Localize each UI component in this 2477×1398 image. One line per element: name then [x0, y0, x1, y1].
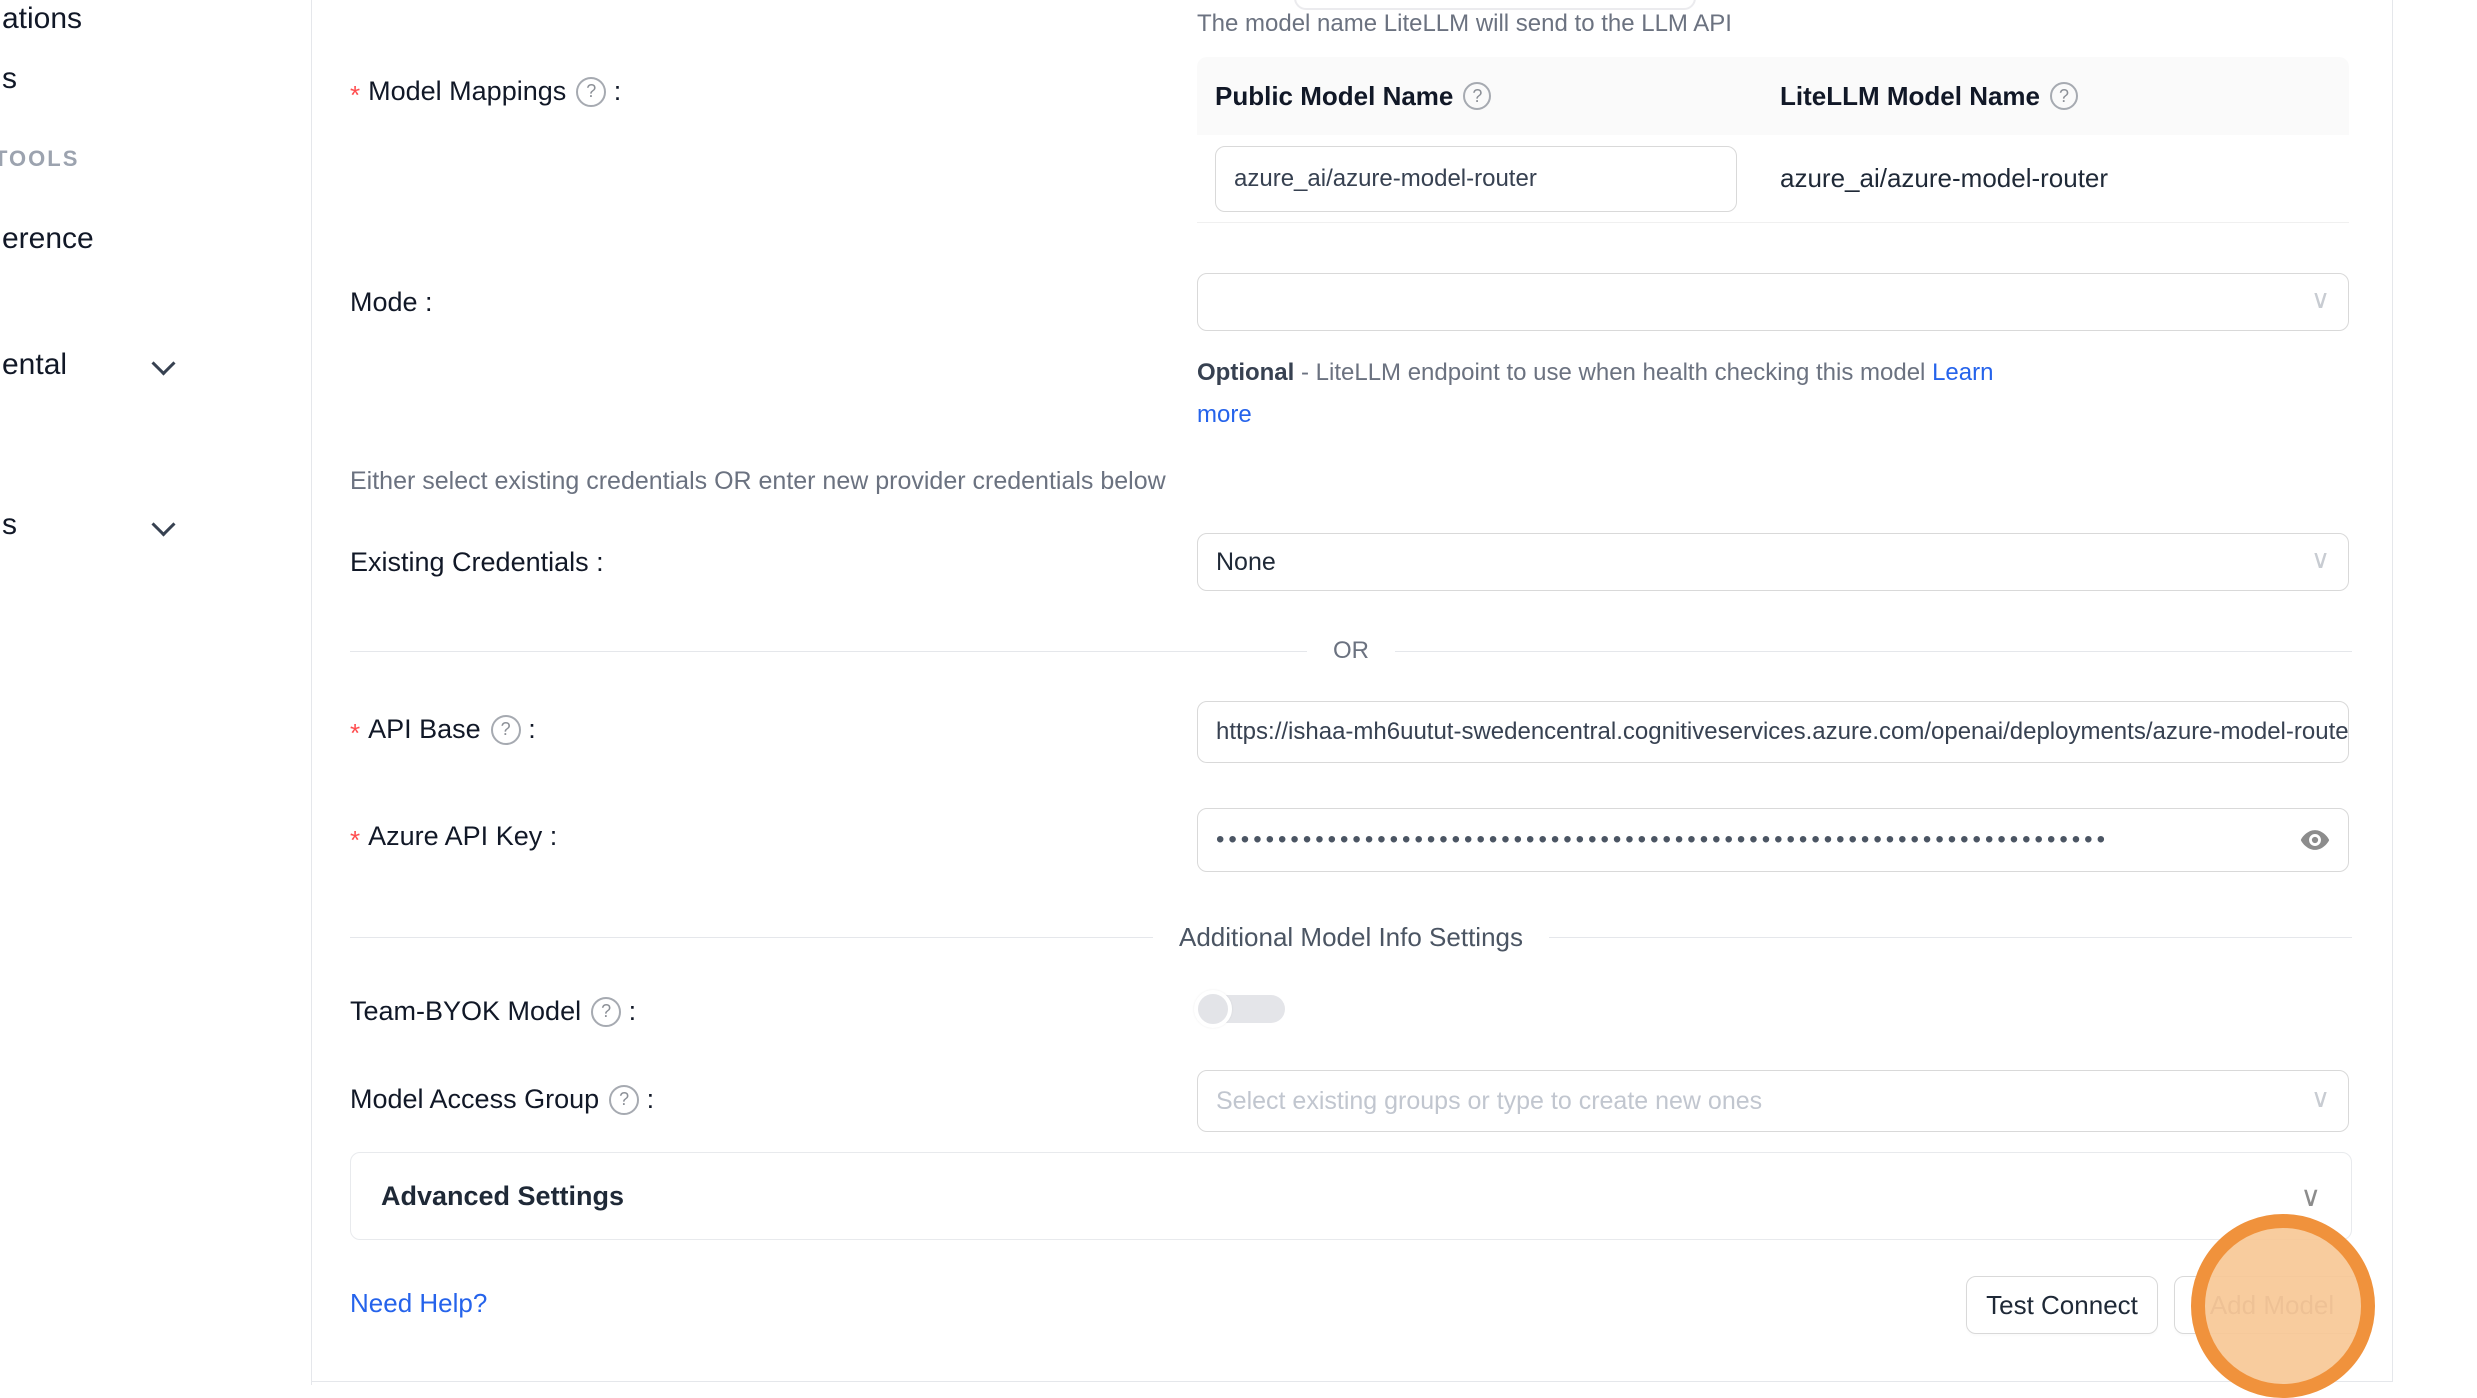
label-text: Model Access Group: [350, 1084, 599, 1115]
sidebar: ations s TOOLS erence ental s: [0, 0, 312, 1385]
sidebar-item-settings[interactable]: s: [2, 508, 17, 542]
divider-line: [1395, 651, 2352, 652]
optional-bold-text: Optional: [1197, 359, 1294, 386]
team-byok-label: Team-BYOK Model: [350, 996, 636, 1027]
label-text: Azure API Key: [368, 821, 542, 852]
table-row: azure_ai/azure-model-router: [1197, 135, 2349, 223]
sidebar-item-label: erence: [2, 222, 94, 255]
mode-help-body: - LiteLLM endpoint to use when health ch…: [1294, 359, 1932, 386]
mode-label: Mode: [350, 287, 433, 318]
clipped-field-above: [1294, 0, 1696, 10]
required-asterisk: [350, 821, 368, 852]
additional-settings-divider: Additional Model Info Settings: [350, 922, 2352, 953]
or-divider-text: OR: [1307, 637, 1395, 665]
model-access-group-label: Model Access Group: [350, 1084, 654, 1115]
test-connect-button[interactable]: Test Connect: [1966, 1276, 2158, 1334]
chevron-down-icon: ∨: [2301, 1180, 2322, 1213]
mode-help-text: Optional - LiteLLM endpoint to use when …: [1197, 352, 2027, 436]
sidebar-item-api-reference[interactable]: erence: [2, 222, 94, 256]
model-mappings-table: Public Model Name LiteLLM Model Name azu…: [1197, 57, 2349, 223]
sidebar-item-label: ations: [2, 2, 82, 35]
label-text: Existing Credentials: [350, 547, 589, 578]
label-colon: [521, 714, 536, 745]
sidebar-item-experimental[interactable]: ental: [2, 348, 67, 382]
model-name-helper-text: The model name LiteLLM will send to the …: [1197, 10, 1732, 38]
required-asterisk: [350, 714, 368, 745]
table-header-row: Public Model Name LiteLLM Model Name: [1197, 57, 2349, 135]
add-model-form: The model name LiteLLM will send to the …: [312, 0, 2393, 1382]
sidebar-item-organizations[interactable]: ations: [2, 2, 82, 36]
label-colon: [606, 76, 621, 107]
section-divider-text: Additional Model Info Settings: [1153, 922, 1549, 953]
need-help-link[interactable]: Need Help?: [350, 1288, 487, 1319]
label-colon: [589, 547, 604, 578]
help-circle-icon[interactable]: [491, 715, 521, 745]
model-mappings-label: Model Mappings: [350, 76, 621, 107]
azure-api-key-input[interactable]: ••••••••••••••••••••••••••••••••••••••••…: [1197, 808, 2349, 872]
credentials-note: Either select existing credentials OR en…: [350, 467, 1166, 496]
model-access-group-placeholder: Select existing groups or type to create…: [1216, 1087, 1762, 1116]
sidebar-item-label: s: [2, 62, 17, 95]
help-circle-icon[interactable]: [609, 1085, 639, 1115]
or-divider: OR: [350, 637, 2352, 665]
sidebar-item-label: ental: [2, 348, 67, 381]
chevron-down-icon: ∨: [2311, 284, 2330, 315]
label-colon: [542, 821, 557, 852]
existing-credentials-value: None: [1216, 548, 1276, 577]
chevron-down-icon: ∨: [2311, 544, 2330, 575]
divider-line: [1549, 937, 2352, 938]
divider-line: [350, 651, 1307, 652]
help-circle-icon[interactable]: [2050, 82, 2078, 110]
sidebar-item-label: s: [2, 508, 17, 541]
eye-icon[interactable]: [2298, 823, 2332, 857]
chevron-down-icon[interactable]: [151, 512, 175, 536]
toggle-knob: [1194, 990, 1232, 1028]
api-base-value: https://ishaa-mh6uutut-swedencentral.cog…: [1216, 718, 2349, 746]
sidebar-section-tools: TOOLS: [0, 146, 79, 172]
model-access-group-select[interactable]: Select existing groups or type to create…: [1197, 1070, 2349, 1132]
label-colon: [639, 1084, 654, 1115]
divider-line: [350, 937, 1153, 938]
help-circle-icon[interactable]: [576, 77, 606, 107]
advanced-settings-label: Advanced Settings: [381, 1181, 624, 1212]
required-asterisk: [350, 76, 368, 107]
api-base-input[interactable]: https://ishaa-mh6uutut-swedencentral.cog…: [1197, 701, 2349, 763]
add-model-button[interactable]: Add Model: [2174, 1276, 2370, 1334]
chevron-down-icon[interactable]: [151, 351, 175, 375]
existing-credentials-label: Existing Credentials: [350, 547, 604, 578]
mode-select[interactable]: ∨: [1197, 273, 2349, 331]
sidebar-section-label: TOOLS: [0, 146, 79, 171]
azure-api-key-label: Azure API Key: [350, 821, 557, 852]
label-colon: [418, 287, 433, 318]
help-circle-icon[interactable]: [1463, 82, 1491, 110]
label-text: Model Mappings: [368, 76, 566, 107]
advanced-settings-toggle[interactable]: Advanced Settings ∨: [350, 1152, 2352, 1240]
label-text: API Base: [368, 714, 481, 745]
api-base-label: API Base: [350, 714, 536, 745]
column-header-litellm-model-name: LiteLLM Model Name: [1780, 81, 2040, 112]
sidebar-item-users[interactable]: s: [2, 62, 17, 96]
label-text: Mode: [350, 287, 418, 318]
public-model-name-input[interactable]: [1215, 146, 1737, 212]
team-byok-toggle-off[interactable]: [1197, 995, 1285, 1023]
existing-credentials-select[interactable]: None ∨: [1197, 533, 2349, 591]
chevron-down-icon: ∨: [2311, 1083, 2330, 1114]
litellm-model-name-value: azure_ai/azure-model-router: [1780, 163, 2108, 194]
label-colon: [621, 996, 636, 1027]
label-text: Team-BYOK Model: [350, 996, 581, 1027]
column-header-public-model-name: Public Model Name: [1215, 81, 1453, 112]
masked-password-dots: ••••••••••••••••••••••••••••••••••••••••…: [1216, 826, 2236, 854]
help-circle-icon[interactable]: [591, 997, 621, 1027]
